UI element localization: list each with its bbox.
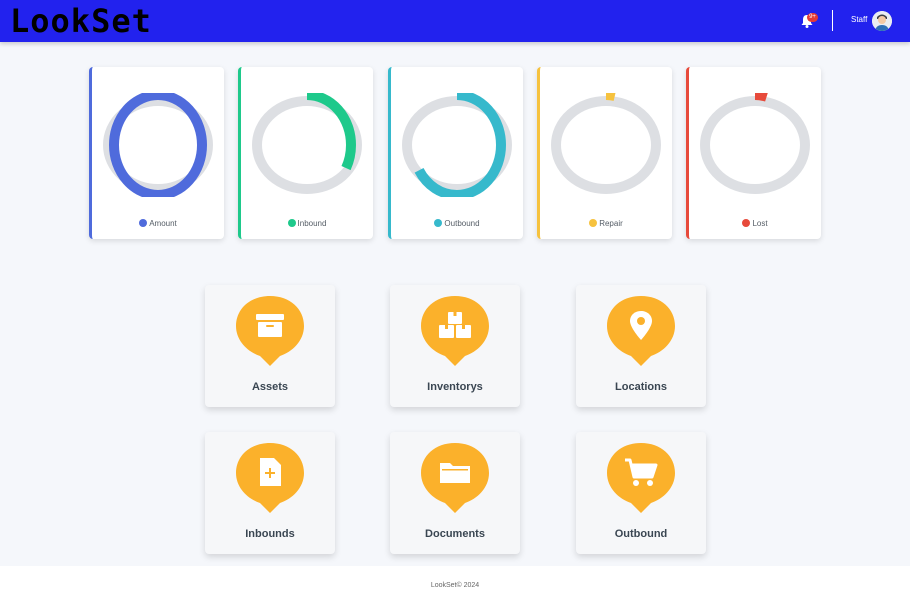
avatar-icon (872, 11, 892, 31)
navbar-divider (832, 10, 833, 31)
tile-label: Documents (425, 528, 485, 540)
chart-card-repair: Repair (537, 67, 672, 239)
donut-chart-outbound (402, 93, 512, 197)
chart-card-amount: Amount (89, 67, 224, 239)
notification-badge: 9+ (807, 13, 818, 22)
footer-copyright: LookSet© 2024 (430, 582, 480, 589)
legend-label: Outbound (444, 219, 480, 228)
cart-icon (607, 443, 675, 513)
legend-dot (589, 219, 598, 227)
chart-legend: Inbound (241, 219, 373, 228)
chart-legend: Outbound (391, 219, 523, 228)
chart-legend: Repair (540, 219, 672, 228)
donut-chart-amount (103, 93, 213, 197)
legend-dot (287, 219, 296, 227)
legend-dot (139, 219, 148, 227)
footer: LookSet© 2024 (0, 566, 910, 606)
folder-icon (421, 443, 489, 513)
tile-documents[interactable]: Documents (390, 432, 520, 554)
donut-chart-repair (551, 93, 661, 197)
user-avatar[interactable] (872, 11, 892, 31)
legend-label: Amount (149, 219, 177, 228)
tile-outbound[interactable]: Outbound (576, 432, 706, 554)
legend-dot (742, 219, 751, 227)
legend-label: Inbound (297, 219, 327, 228)
tile-inventorys[interactable]: Inventorys (390, 285, 520, 407)
tile-label: Inventorys (427, 381, 483, 393)
donut-chart-lost (700, 93, 810, 197)
legend-label: Repair (599, 219, 623, 228)
map-pin-icon (607, 296, 675, 366)
donut-chart-inbound (252, 93, 362, 197)
chart-card-outbound: Outbound (388, 67, 523, 239)
chart-legend: Amount (92, 219, 224, 228)
tile-label: Locations (615, 381, 667, 393)
tile-label: Outbound (614, 528, 668, 540)
file-plus-icon (236, 443, 304, 513)
tile-assets[interactable]: Assets (205, 285, 335, 407)
chart-card-inbound: Inbound (238, 67, 373, 239)
legend-label: Lost (752, 219, 768, 228)
tile-label: Assets (251, 381, 289, 393)
tile-label: Inbounds (245, 528, 295, 540)
legend-dot (434, 219, 443, 227)
top-navbar: LookSet 9+ Staff (0, 0, 910, 42)
chart-card-lost: Lost (686, 67, 821, 239)
tile-locations[interactable]: Locations (576, 285, 706, 407)
app-logo[interactable]: LookSet (10, 3, 152, 39)
user-name[interactable]: Staff (851, 15, 867, 24)
boxes-icon (421, 296, 489, 366)
archive-box-icon (236, 296, 304, 366)
tile-inbounds[interactable]: Inbounds (205, 432, 335, 554)
chart-legend: Lost (689, 219, 821, 228)
